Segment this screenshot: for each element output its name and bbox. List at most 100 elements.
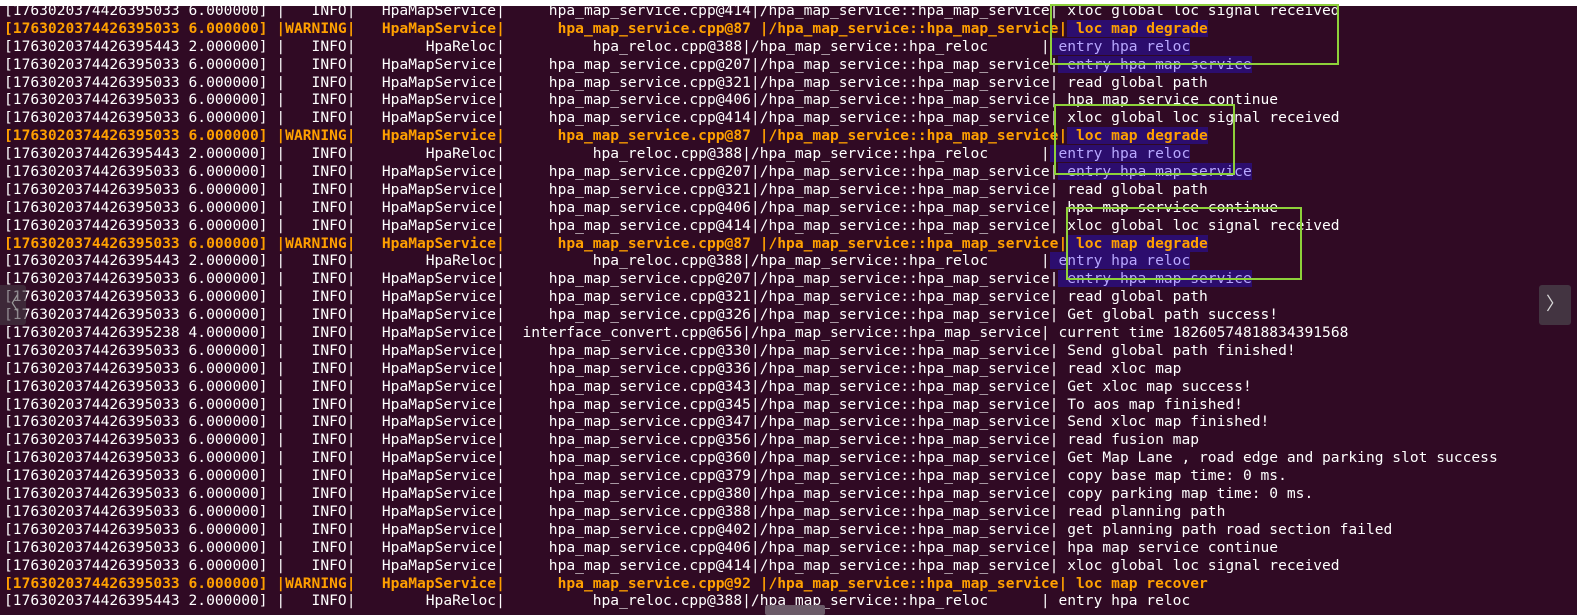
log-module: HpaMapService <box>355 270 497 288</box>
log-module: HpaMapService <box>355 377 497 395</box>
log-message: To aos map finished! <box>1058 395 1243 413</box>
highlight-box-1 <box>1050 4 1339 65</box>
log-function: /hpa_map_service::hpa_map_service <box>759 502 1050 520</box>
log-function: /hpa_map_service::hpa_map_service <box>768 127 1059 145</box>
log-module: HpaMapService <box>355 502 497 520</box>
log-separator: | <box>496 395 505 413</box>
log-separator: | <box>496 270 505 288</box>
log-level: INFO <box>285 55 347 73</box>
log-timestamp: [1763020374426395033 6.000000] <box>4 216 268 234</box>
log-separator: | <box>496 252 505 270</box>
log-function: /hpa_map_service::hpa_map_service <box>759 538 1050 556</box>
log-separator: | <box>750 431 760 449</box>
log-message: Send global path finished! <box>1058 341 1296 359</box>
log-level: INFO <box>285 216 347 234</box>
log-message: read planning path <box>1058 502 1226 520</box>
log-level: INFO <box>285 198 347 216</box>
log-line: [1763020374426395033 6.000000] | INFO| H… <box>4 521 1498 539</box>
log-timestamp: [1763020374426395033 6.000000] <box>4 485 268 503</box>
log-file: hpa_map_service.cpp@414 <box>504 556 751 574</box>
log-file: hpa_map_service.cpp@87 <box>504 127 760 145</box>
log-separator: | <box>750 359 760 377</box>
next-page-button[interactable]: 〉 <box>1539 285 1571 325</box>
log-separator: | <box>267 180 286 198</box>
log-separator: | <box>267 538 286 556</box>
log-level: INFO <box>285 2 347 19</box>
log-module: HpaMapService <box>355 73 497 91</box>
log-level: INFO <box>285 485 347 503</box>
log-message: hpa map service continue <box>1058 538 1279 556</box>
log-separator: | <box>496 91 505 109</box>
log-file: hpa_reloc.cpp@388 <box>504 145 743 163</box>
log-function: /hpa_map_service::hpa_map_service <box>759 449 1050 467</box>
log-line: [1763020374426395033 6.000000] | INFO| H… <box>4 378 1498 396</box>
chevron-left-icon: 〈 <box>1 294 19 315</box>
log-separator: | <box>750 556 760 574</box>
log-function: /hpa_map_service::hpa_map_service <box>759 556 1050 574</box>
log-level: INFO <box>285 341 347 359</box>
prev-page-button[interactable]: 〈 <box>0 285 26 325</box>
log-separator: | <box>267 234 286 252</box>
log-separator: | <box>750 467 760 485</box>
log-line: [1763020374426395033 6.000000] | INFO| H… <box>4 503 1498 521</box>
log-separator: | <box>267 91 286 109</box>
log-separator: | <box>267 55 286 73</box>
log-level: INFO <box>285 73 347 91</box>
log-line: [1763020374426395033 6.000000] | INFO| H… <box>4 557 1498 575</box>
log-separator: | <box>750 55 760 73</box>
log-module: HpaMapService <box>355 359 497 377</box>
log-function: /hpa_map_service::hpa_reloc <box>750 37 1041 55</box>
log-separator: | <box>750 270 760 288</box>
log-separator: | <box>750 2 760 19</box>
log-message: current time 18260574818834391568 <box>1049 324 1349 342</box>
log-timestamp: [1763020374426395033 6.000000] <box>4 359 268 377</box>
log-timestamp: [1763020374426395443 2.000000] <box>4 145 268 163</box>
log-separator: | <box>496 502 505 520</box>
log-function: /hpa_map_service::hpa_map_service <box>759 91 1050 109</box>
log-separator: | <box>496 73 505 91</box>
log-separator: | <box>496 556 505 574</box>
log-function: /hpa_map_service::hpa_map_service <box>759 377 1050 395</box>
terminal-window[interactable]: [1763020374426395033 6.000000] | INFO| H… <box>0 0 1577 615</box>
log-separator: | <box>742 592 751 610</box>
log-level: INFO <box>285 395 347 413</box>
log-module: HpaMapService <box>355 395 497 413</box>
scroll-indicator[interactable] <box>765 605 825 615</box>
log-separator: | <box>750 449 760 467</box>
log-separator: | <box>750 502 760 520</box>
log-separator: | <box>750 341 760 359</box>
log-message: xloc global loc signal received <box>1058 556 1340 574</box>
log-file: hpa_map_service.cpp@321 <box>504 180 751 198</box>
log-separator: | <box>267 395 286 413</box>
log-separator: | <box>1040 592 1050 610</box>
log-separator: | <box>267 431 286 449</box>
log-level: INFO <box>285 592 347 610</box>
log-level: INFO <box>285 288 347 306</box>
log-separator: | <box>496 37 505 55</box>
log-message: Send xloc map finished! <box>1058 413 1270 431</box>
log-function: /hpa_map_service::hpa_map_service <box>759 288 1050 306</box>
log-function: /hpa_map_service::hpa_map_service <box>759 359 1050 377</box>
log-message: Get xloc map success! <box>1058 377 1252 395</box>
log-separator: | <box>750 198 760 216</box>
log-separator: | <box>496 2 505 19</box>
log-function: /hpa_map_service::hpa_reloc <box>750 252 1041 270</box>
log-separator: | <box>267 413 286 431</box>
log-module: HpaMapService <box>355 341 497 359</box>
log-line: [1763020374426395033 6.000000] | INFO| H… <box>4 163 1498 181</box>
log-function: /hpa_map_service::hpa_map_service <box>768 574 1059 592</box>
log-level: INFO <box>285 377 347 395</box>
log-file: hpa_map_service.cpp@414 <box>504 2 751 19</box>
log-timestamp: [1763020374426395033 6.000000] <box>4 180 268 198</box>
log-function: /hpa_map_service::hpa_map_service <box>759 341 1050 359</box>
log-separator: | <box>1040 145 1050 163</box>
log-separator: | <box>750 395 760 413</box>
log-separator: | <box>742 145 751 163</box>
log-function: /hpa_map_service::hpa_map_service <box>759 198 1050 216</box>
log-level: INFO <box>285 502 347 520</box>
log-module: HpaMapService <box>355 556 497 574</box>
log-separator: | <box>267 485 286 503</box>
log-file: hpa_map_service.cpp@345 <box>504 395 751 413</box>
log-timestamp: [1763020374426395033 6.000000] <box>4 19 268 37</box>
log-file: hpa_map_service.cpp@414 <box>504 216 751 234</box>
